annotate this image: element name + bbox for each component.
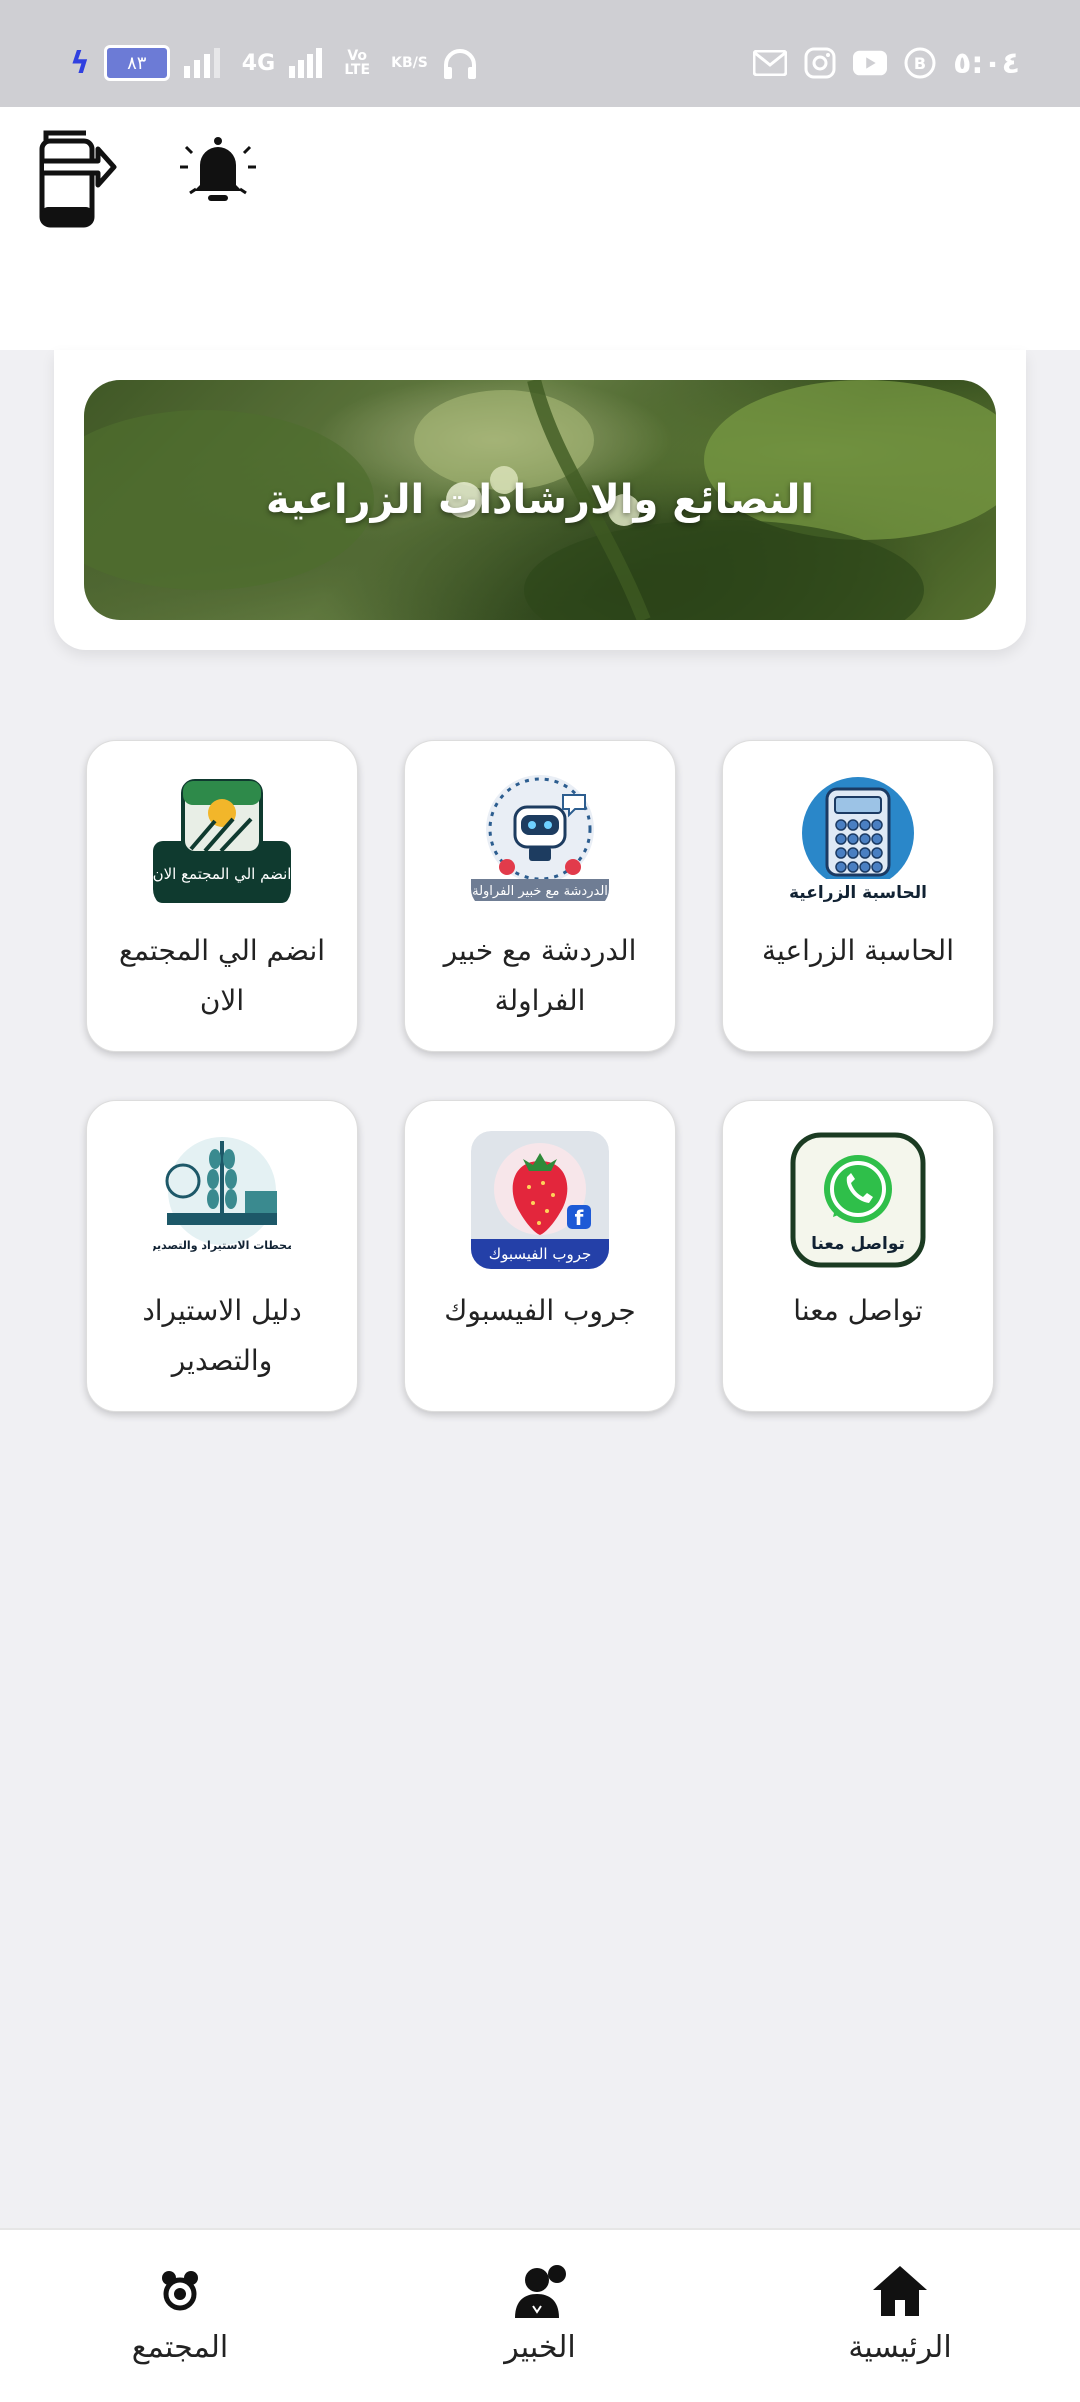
svg-text:f: f bbox=[575, 1206, 584, 1230]
tile-label: جروب الفيسبوك bbox=[444, 1294, 636, 1327]
tile-import-export-guide[interactable]: محطات الاستيراد والتصدير دليل الاستيراد … bbox=[86, 1100, 358, 1412]
tile-label: الدردشة مع خبير الفراولة bbox=[443, 934, 637, 1017]
tile-image-caption: تواصل معنا bbox=[811, 1234, 905, 1254]
business-icon: B bbox=[903, 46, 937, 80]
tips-banner[interactable]: النصائع والارشادات الزراعية bbox=[84, 380, 996, 620]
headphones-icon bbox=[443, 49, 476, 79]
robot-chat-icon: الدردشة مع خبير الفراولة bbox=[471, 771, 609, 909]
status-bar: ϟ ٨٣ 4G Vo LTE KB/S B ٥:٠٤ bbox=[0, 0, 1080, 107]
tile-label: دليل الاستيراد والتصدير bbox=[142, 1294, 302, 1377]
community-join-icon: انضم الي المجتمع الان bbox=[153, 771, 291, 909]
gmail-icon bbox=[753, 46, 788, 80]
tile-image-caption: الدردشة مع خبير الفراولة bbox=[472, 884, 608, 899]
clock: ٥:٠٤ bbox=[953, 45, 1020, 81]
tile-image-caption: الحاسبة الزراعية bbox=[789, 883, 927, 903]
import-export-icon: محطات الاستيراد والتصدير bbox=[153, 1131, 291, 1269]
instagram-icon bbox=[803, 46, 837, 80]
tile-label: الحاسبة الزراعية bbox=[762, 934, 954, 967]
battery-indicator: ٨٣ bbox=[103, 45, 170, 81]
home-icon bbox=[870, 2260, 930, 2320]
bottom-nav: الرئيسية الخبير المجتمع bbox=[0, 2228, 1080, 2402]
app-header bbox=[0, 107, 1080, 350]
expert-icon bbox=[510, 2260, 570, 2320]
calculator-icon: الحاسبة الزراعية bbox=[789, 771, 927, 909]
nav-expert[interactable]: الخبير bbox=[440, 2230, 640, 2402]
strawberry-facebook-icon: f جروب الفيسبوك bbox=[471, 1131, 609, 1269]
nav-home-label: الرئيسية bbox=[848, 2330, 952, 2365]
charging-icon: ϟ bbox=[70, 45, 90, 81]
svg-text:B: B bbox=[914, 54, 926, 73]
nav-expert-label: الخبير bbox=[504, 2330, 576, 2365]
battery-level: ٨٣ bbox=[127, 52, 147, 74]
tile-image-caption: محطات الاستيراد والتصدير bbox=[153, 1239, 291, 1252]
tile-chat-expert[interactable]: الدردشة مع خبير الفراولة الدردشة مع خبير… bbox=[404, 740, 676, 1052]
banner-card: النصائع والارشادات الزراعية bbox=[54, 350, 1026, 650]
nav-home[interactable]: الرئيسية bbox=[800, 2230, 1000, 2402]
nav-community[interactable]: المجتمع bbox=[80, 2230, 280, 2402]
tile-join-community[interactable]: انضم الي المجتمع الان انضم الي المجتمع ا… bbox=[86, 740, 358, 1052]
tile-image-caption: انضم الي المجتمع الان bbox=[153, 865, 291, 884]
bell-icon[interactable] bbox=[176, 127, 260, 211]
speed-unit: KB/S bbox=[391, 55, 428, 71]
phone-share-icon[interactable] bbox=[28, 121, 118, 231]
tile-label: تواصل معنا bbox=[793, 1294, 923, 1327]
tile-facebook-group[interactable]: f جروب الفيسبوك جروب الفيسبوك bbox=[404, 1100, 676, 1412]
tile-contact-us[interactable]: تواصل معنا تواصل معنا bbox=[722, 1100, 994, 1412]
banner-title: النصائع والارشادات الزراعية bbox=[265, 477, 815, 523]
whatsapp-icon: تواصل معنا bbox=[789, 1131, 927, 1269]
network-type: 4G bbox=[241, 50, 276, 76]
tile-label: انضم الي المجتمع الان bbox=[118, 934, 326, 1017]
community-icon bbox=[150, 2260, 210, 2320]
nav-community-label: المجتمع bbox=[131, 2330, 229, 2365]
tile-image-caption: جروب الفيسبوك bbox=[489, 1245, 592, 1263]
signal-icon-2 bbox=[289, 48, 323, 78]
tile-agri-calculator[interactable]: الحاسبة الزراعية الحاسبة الزراعية bbox=[722, 740, 994, 1052]
signal-icon bbox=[183, 48, 220, 78]
youtube-icon bbox=[853, 46, 888, 80]
volte-indicator: Vo LTE bbox=[344, 48, 371, 78]
